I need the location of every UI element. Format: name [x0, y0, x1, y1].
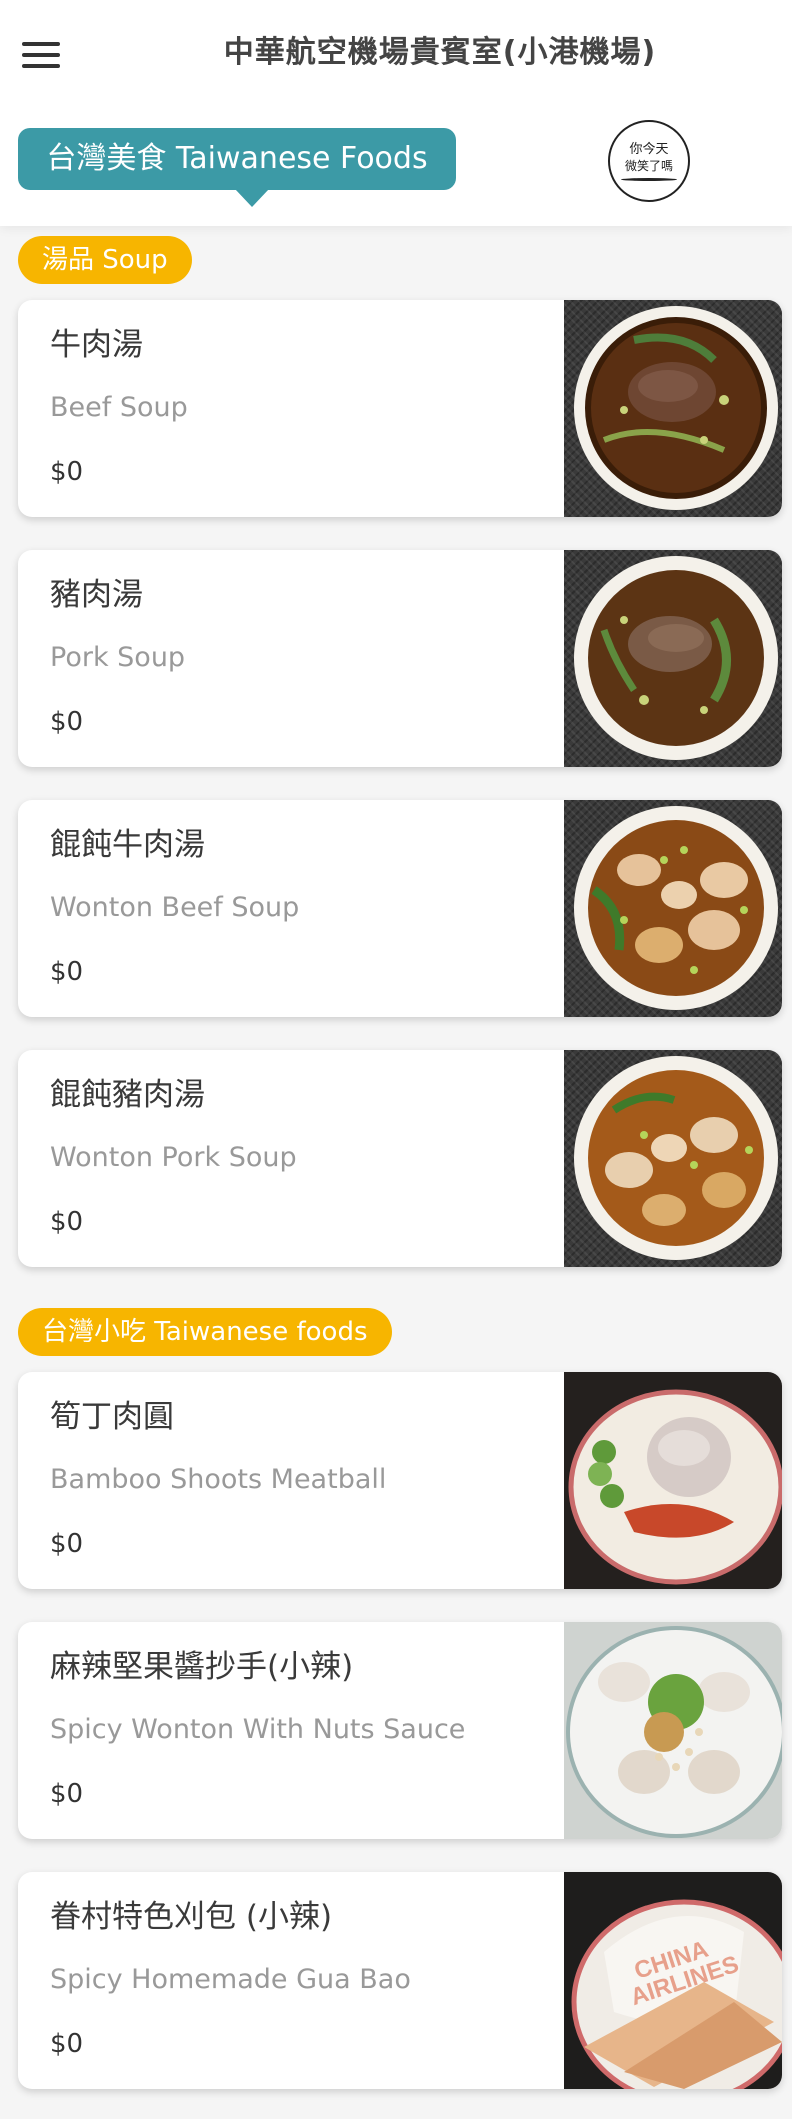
beef-soup-photo: [564, 300, 782, 517]
item-price: $0: [50, 1779, 84, 1809]
logo-line-1: 你今天: [629, 142, 669, 157]
item-name: 餛飩豬肉湯: [50, 1077, 205, 1113]
item-english-name: Wonton Beef Soup: [50, 892, 300, 923]
section-label-taiwanese-foods: 台灣小吃 Taiwanese foods: [18, 1308, 392, 1356]
item-price: $0: [50, 707, 84, 737]
wonton-pork-soup-photo: [564, 1050, 782, 1267]
pork-soup-photo: [564, 550, 782, 767]
item-english-name: Pork Soup: [50, 642, 186, 673]
menu-item-card[interactable]: 牛肉湯 Beef Soup $0: [18, 300, 782, 517]
item-name: 筍丁肉圓: [50, 1399, 174, 1435]
item-english-name: Wonton Pork Soup: [50, 1142, 297, 1173]
hamburger-menu-icon[interactable]: [22, 42, 60, 68]
item-english-name: Spicy Homemade Gua Bao: [50, 1964, 411, 1995]
item-name: 麻辣堅果醬抄手(小辣): [50, 1649, 354, 1685]
smile-logo: 你今天 微笑了嗎: [608, 120, 690, 202]
item-name: 牛肉湯: [50, 327, 143, 363]
item-name: 餛飩牛肉湯: [50, 827, 205, 863]
menu-item-card[interactable]: 麻辣堅果醬抄手(小辣) Spicy Wonton With Nuts Sauce…: [18, 1622, 782, 1839]
meatball-photo: [564, 1372, 782, 1589]
item-english-name: Spicy Wonton With Nuts Sauce: [50, 1714, 466, 1745]
item-price: $0: [50, 1529, 84, 1559]
item-price: $0: [50, 457, 84, 487]
item-name: 眷村特色刈包 (小辣): [50, 1899, 333, 1935]
item-price: $0: [50, 957, 84, 987]
app-header: 中華航空機場貴賓室(小港機場) 台灣美食 Taiwanese Foods 你今天…: [0, 0, 792, 226]
item-english-name: Bamboo Shoots Meatball: [50, 1464, 387, 1495]
item-price: $0: [50, 2029, 84, 2059]
menu-item-card[interactable]: 筍丁肉圓 Bamboo Shoots Meatball $0: [18, 1372, 782, 1589]
gua-bao-photo: CHINA AIRLINES: [564, 1872, 782, 2089]
wonton-beef-soup-photo: [564, 800, 782, 1017]
item-price: $0: [50, 1207, 84, 1237]
section-label-soup: 湯品 Soup: [18, 236, 192, 284]
menu-item-card[interactable]: 餛飩豬肉湯 Wonton Pork Soup $0: [18, 1050, 782, 1267]
category-tab-taiwanese-foods[interactable]: 台灣美食 Taiwanese Foods: [18, 128, 456, 207]
menu-item-card[interactable]: 豬肉湯 Pork Soup $0: [18, 550, 782, 767]
logo-line-2: 微笑了嗎: [624, 159, 673, 173]
menu-item-card[interactable]: 眷村特色刈包 (小辣) Spicy Homemade Gua Bao $0 CH…: [18, 1872, 782, 2089]
item-english-name: Beef Soup: [50, 392, 188, 423]
page-title: 中華航空機場貴賓室(小港機場): [223, 35, 657, 70]
spicy-wonton-photo: [564, 1622, 782, 1839]
menu-item-card[interactable]: 餛飩牛肉湯 Wonton Beef Soup $0: [18, 800, 782, 1017]
item-name: 豬肉湯: [50, 577, 143, 613]
